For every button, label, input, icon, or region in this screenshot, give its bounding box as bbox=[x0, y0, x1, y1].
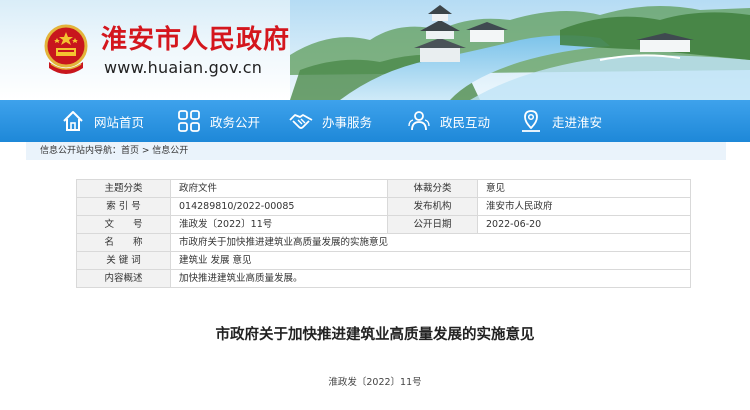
nav-label-government-affairs: 政务公开 bbox=[210, 114, 261, 130]
table-row: 索 引 号 014289810/2022-00085 发布机构 淮安市人民政府 bbox=[76, 197, 691, 216]
breadcrumb-link-info-disclosure[interactable]: 信息公开 bbox=[152, 146, 188, 156]
handshake-icon bbox=[289, 114, 313, 129]
publish-date-label: 公开日期 bbox=[387, 215, 478, 234]
nav-label-about-huaian: 走进淮安 bbox=[552, 114, 603, 130]
breadcrumb: 信息公开站内导航：首页 > 信息公开 bbox=[26, 142, 726, 160]
document-info-table: 主题分类 政府文件 体裁分类 意见 索 引 号 014289810/2022-0… bbox=[76, 179, 691, 288]
document-number-value: 淮政发〔2022〕11号 bbox=[170, 215, 388, 234]
breadcrumb-link-home[interactable]: 首页 bbox=[121, 146, 139, 156]
table-row: 内容概述 加快推进建筑业高质量发展。 bbox=[76, 269, 691, 288]
table-row: 关 键 词 建筑业 发展 意见 bbox=[76, 251, 691, 270]
site-url[interactable]: www.huaian.gov.cn bbox=[104, 58, 262, 78]
grid-icon bbox=[178, 110, 200, 132]
index-number-label: 索 引 号 bbox=[76, 197, 171, 216]
table-row: 文 号 淮政发〔2022〕11号 公开日期 2022-06-20 bbox=[76, 215, 691, 234]
article-title: 市政府关于加快推进建筑业高质量发展的实施意见 bbox=[215, 327, 535, 343]
document-name-label: 名 称 bbox=[76, 233, 171, 252]
nav-item-home[interactable]: 网站首页 bbox=[60, 100, 144, 142]
site-name: 淮安市人民政府 bbox=[101, 25, 291, 55]
keywords-value: 建筑业 发展 意见 bbox=[170, 251, 691, 270]
publish-date-value: 2022-06-20 bbox=[477, 215, 691, 234]
document-number-label: 文 号 bbox=[76, 215, 171, 234]
nav-item-about-huaian[interactable]: 走进淮安 bbox=[518, 100, 602, 142]
issuer-label: 发布机构 bbox=[387, 197, 478, 216]
main-navigation: 网站首页 政务公开 办事服务 政民互动 走进淮安 bbox=[0, 100, 750, 142]
nav-item-government-affairs[interactable]: 政务公开 bbox=[176, 100, 260, 142]
document-name-value: 市政府关于加快推进建筑业高质量发展的实施意见 bbox=[170, 233, 691, 252]
genre-label: 体裁分类 bbox=[387, 179, 478, 198]
subject-category-value: 政府文件 bbox=[170, 179, 388, 198]
home-icon bbox=[63, 111, 83, 131]
nav-item-interaction[interactable]: 政民互动 bbox=[406, 100, 490, 142]
nav-label-interaction: 政民互动 bbox=[440, 114, 491, 130]
issuer-value: 淮安市人民政府 bbox=[477, 197, 691, 216]
summary-label: 内容概述 bbox=[76, 269, 171, 288]
subject-category-label: 主题分类 bbox=[76, 179, 171, 198]
index-number-value: 014289810/2022-00085 bbox=[170, 197, 388, 216]
table-row: 主题分类 政府文件 体裁分类 意见 bbox=[76, 179, 691, 198]
table-row: 名 称 市政府关于加快推进建筑业高质量发展的实施意见 bbox=[76, 233, 691, 252]
map-pin-icon bbox=[522, 110, 540, 132]
nav-item-services[interactable]: 办事服务 bbox=[288, 100, 372, 142]
keywords-label: 关 键 词 bbox=[76, 251, 171, 270]
genre-value: 意见 bbox=[477, 179, 691, 198]
national-emblem-icon bbox=[44, 24, 88, 74]
summary-value: 加快推进建筑业高质量发展。 bbox=[170, 269, 691, 288]
breadcrumb-separator: > bbox=[139, 146, 153, 156]
nav-label-services: 办事服务 bbox=[322, 114, 373, 130]
people-icon bbox=[408, 111, 430, 131]
site-header-banner: 淮安市人民政府 www.huaian.gov.cn bbox=[0, 0, 750, 100]
article-document-number: 淮政发〔2022〕11号 bbox=[328, 377, 422, 388]
breadcrumb-prefix: 信息公开站内导航： bbox=[40, 146, 122, 156]
nav-label-home: 网站首页 bbox=[94, 114, 145, 130]
